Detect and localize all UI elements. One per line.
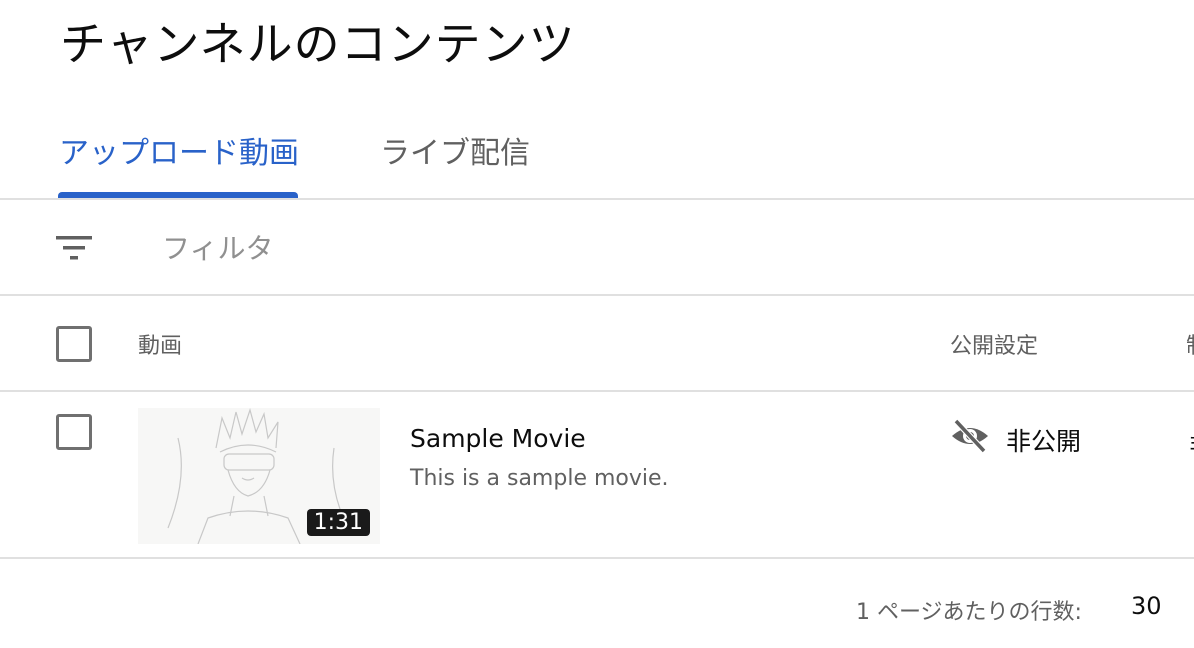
- video-thumbnail[interactable]: 1:31: [138, 408, 380, 544]
- tabs-divider: [0, 198, 1194, 200]
- page-title: チャンネルのコンテンツ: [60, 17, 576, 71]
- eye-off-icon: [952, 418, 988, 454]
- column-header-video[interactable]: 動画: [138, 328, 182, 360]
- visibility-status[interactable]: 非公開: [1006, 422, 1081, 458]
- video-description: This is a sample movie.: [410, 466, 669, 491]
- select-all-checkbox[interactable]: [56, 326, 92, 362]
- row-checkbox[interactable]: [56, 414, 92, 450]
- filter-divider: [0, 294, 1194, 296]
- content-tabs: アップロード動画 ライブ配信: [0, 120, 1194, 200]
- tab-uploads[interactable]: アップロード動画: [59, 128, 299, 172]
- column-header-visibility[interactable]: 公開設定: [950, 328, 1038, 360]
- tab-live[interactable]: ライブ配信: [380, 128, 530, 172]
- filter-input[interactable]: [162, 226, 662, 270]
- column-header-truncated: 制: [1186, 328, 1194, 360]
- row-divider: [0, 557, 1194, 559]
- rows-per-page-label: 1 ページあたりの行数:: [856, 600, 1082, 625]
- header-divider: [0, 390, 1194, 392]
- video-duration: 1:31: [306, 509, 370, 536]
- truncated-cell: ⁠‌ョ: [1186, 424, 1194, 456]
- video-title[interactable]: Sample Movie: [410, 424, 586, 453]
- channel-content-page: チャンネルのコンテンツ アップロード動画 ライブ配信 動画 公開設定 制: [0, 0, 1194, 648]
- filter-list-icon[interactable]: [56, 234, 92, 262]
- rows-per-page-select[interactable]: 30: [1131, 592, 1162, 620]
